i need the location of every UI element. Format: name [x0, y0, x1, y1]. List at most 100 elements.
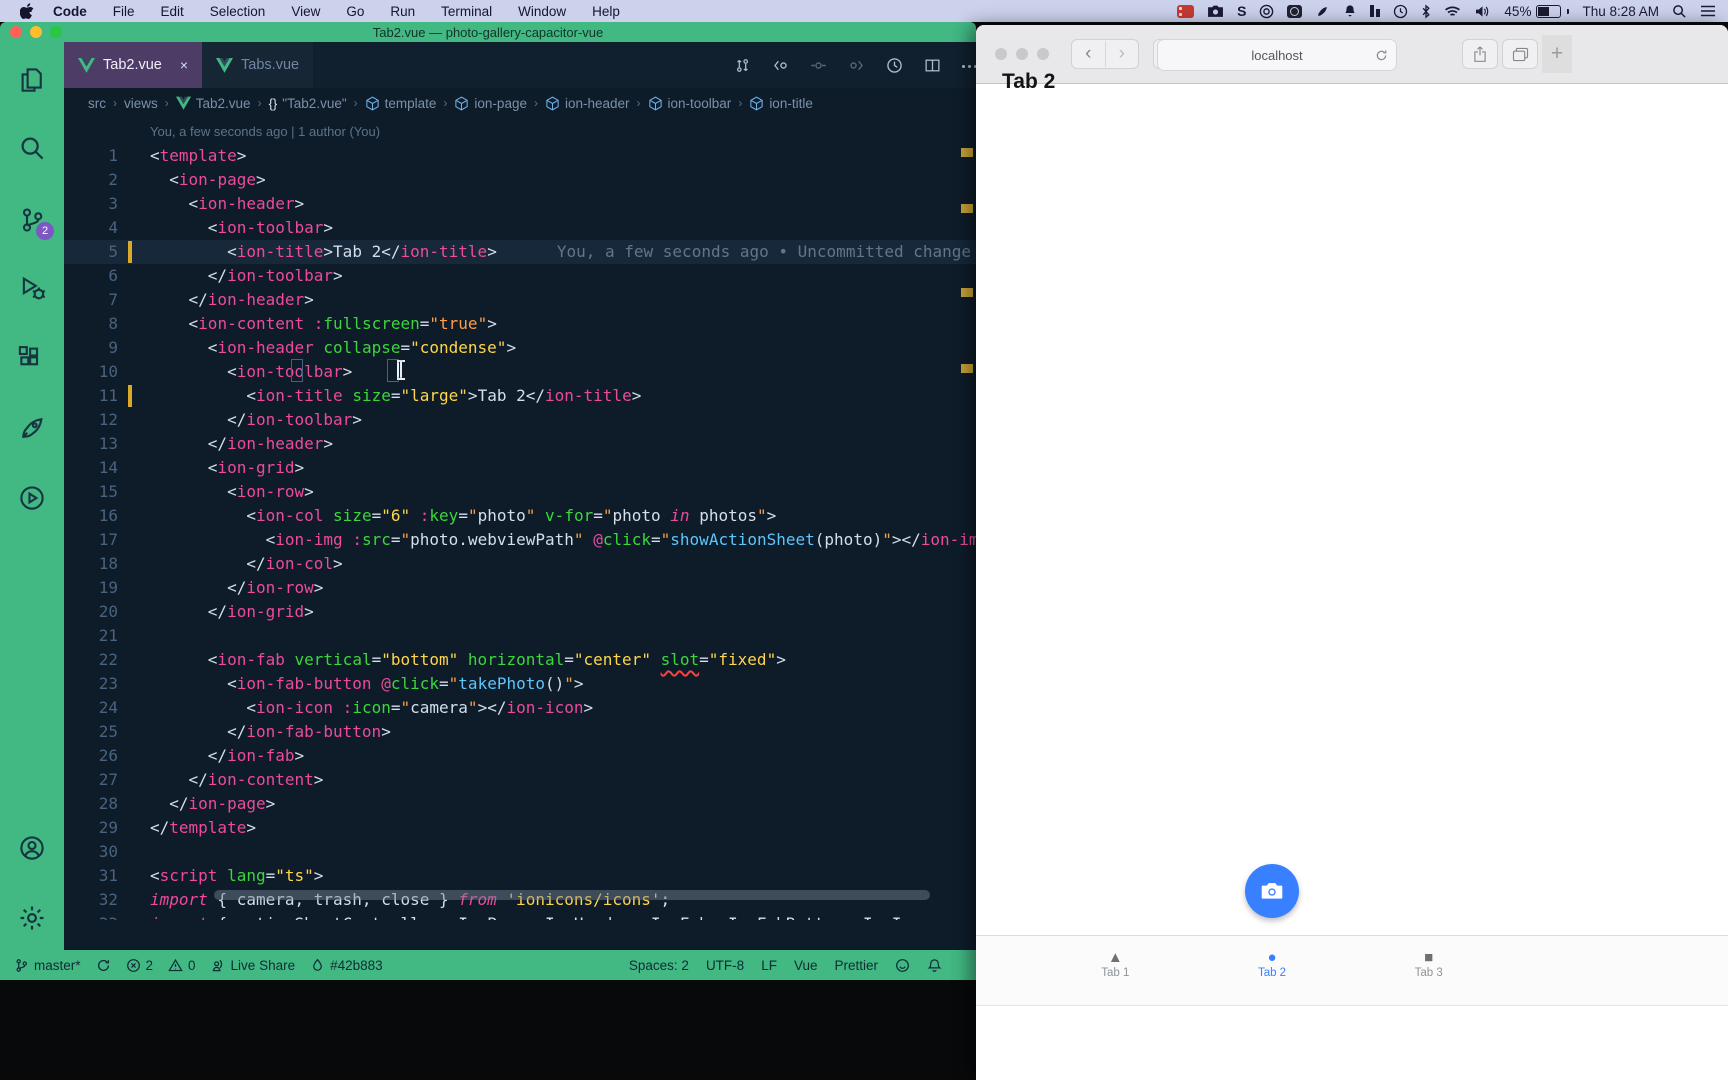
- breadcrumb-item-ion-page[interactable]: ion-page: [454, 96, 527, 111]
- code-line-22[interactable]: 22 <ion-fab vertical="bottom" horizontal…: [64, 648, 976, 672]
- status-item-spaces-2[interactable]: Spaces: 2: [629, 958, 689, 973]
- breadcrumb-item-src[interactable]: src: [88, 96, 106, 111]
- bluetooth-icon[interactable]: [1421, 3, 1431, 19]
- status-item-bell-icon[interactable]: [927, 958, 942, 973]
- settings-gear-icon[interactable]: [17, 903, 47, 933]
- extensions-icon[interactable]: [17, 343, 47, 373]
- code-line-2[interactable]: 2 <ion-page>: [64, 168, 976, 192]
- codelens-authors[interactable]: You, a few seconds ago | 1 author (You): [64, 120, 976, 144]
- code-line-31[interactable]: 31<script lang="ts">: [64, 864, 976, 888]
- code-line-26[interactable]: 26 </ion-fab>: [64, 744, 976, 768]
- code-line-15[interactable]: 15 <ion-row>: [64, 480, 976, 504]
- wifi-icon[interactable]: [1444, 3, 1461, 19]
- menu-item-help[interactable]: Help: [579, 4, 633, 19]
- explorer-icon[interactable]: [17, 65, 47, 95]
- play-circle-icon[interactable]: [17, 483, 47, 513]
- status-item-#42b883[interactable]: #42b883: [310, 958, 383, 973]
- code-line-8[interactable]: 8 <ion-content :fullscreen="true">: [64, 312, 976, 336]
- reload-icon[interactable]: [1375, 49, 1388, 62]
- split-editor-icon[interactable]: [924, 57, 941, 74]
- code-line-7[interactable]: 7 </ion-header>: [64, 288, 976, 312]
- camera-fab-button[interactable]: [1245, 864, 1299, 918]
- menu-item-go[interactable]: Go: [333, 4, 377, 19]
- menu-item-terminal[interactable]: Terminal: [428, 4, 505, 19]
- rocket-icon[interactable]: [17, 413, 47, 443]
- rocket-icon[interactable]: [1315, 3, 1330, 19]
- code-line-25[interactable]: 25 </ion-fab-button>: [64, 720, 976, 744]
- history-icon[interactable]: [886, 57, 903, 74]
- ionic-tab-tab-2[interactable]: ●Tab 2: [1194, 936, 1351, 986]
- recording-icon[interactable]: [1177, 3, 1194, 19]
- code-line-19[interactable]: 19 </ion-row>: [64, 576, 976, 600]
- shush-icon[interactable]: S: [1237, 3, 1246, 19]
- new-tab-button[interactable]: +: [1542, 35, 1572, 73]
- code-line-21[interactable]: 21: [64, 624, 976, 648]
- code-line-24[interactable]: 24 <ion-icon :icon="camera"></ion-icon>: [64, 696, 976, 720]
- tab-tabs-vue[interactable]: Tabs.vue: [202, 42, 313, 88]
- code-line-5[interactable]: 5 <ion-title>Tab 2</ion-title>You, a few…: [64, 240, 976, 264]
- code-line-3[interactable]: 3 <ion-header>: [64, 192, 976, 216]
- menu-item-selection[interactable]: Selection: [197, 4, 279, 19]
- window-tiles-icon[interactable]: [1370, 3, 1380, 19]
- code-line-20[interactable]: 20 </ion-grid>: [64, 600, 976, 624]
- breadcrumb-item-ion-header[interactable]: ion-header: [545, 96, 630, 111]
- account-icon[interactable]: [17, 833, 47, 863]
- code-line-27[interactable]: 27 </ion-content>: [64, 768, 976, 792]
- breadcrumb-item-ion-toolbar[interactable]: ion-toolbar: [648, 96, 732, 111]
- code-line-10[interactable]: 10 <ion-toolbar>: [64, 360, 976, 384]
- breadcrumb-item-views[interactable]: views: [124, 96, 158, 111]
- code-line-9[interactable]: 9 <ion-header collapse="condense">: [64, 336, 976, 360]
- code-line-18[interactable]: 18 </ion-col>: [64, 552, 976, 576]
- status-item-vue[interactable]: Vue: [794, 958, 818, 973]
- camera-icon[interactable]: [1207, 3, 1224, 19]
- source-control-icon[interactable]: 2: [17, 205, 47, 235]
- status-item-prettier[interactable]: Prettier: [834, 958, 878, 973]
- menu-item-file[interactable]: File: [100, 4, 148, 19]
- code-line-6[interactable]: 6 </ion-toolbar>: [64, 264, 976, 288]
- url-field[interactable]: localhost: [1157, 39, 1397, 71]
- breadcrumb-item-ion-title[interactable]: ion-title: [749, 96, 813, 111]
- tab-tab2-vue[interactable]: Tab2.vue ×: [64, 42, 202, 88]
- search-icon[interactable]: [17, 133, 47, 163]
- vscode-titlebar[interactable]: Tab2.vue — photo-gallery-capacitor-vue: [0, 22, 976, 42]
- menu-item-edit[interactable]: Edit: [148, 4, 197, 19]
- code-line-30[interactable]: 30: [64, 840, 976, 864]
- at-circle-icon[interactable]: [1259, 3, 1274, 19]
- code-line-4[interactable]: 4 <ion-toolbar>: [64, 216, 976, 240]
- minimize-window-button[interactable]: [1016, 48, 1028, 60]
- status-item-lf[interactable]: LF: [761, 958, 777, 973]
- code-editor[interactable]: You, a few seconds ago | 1 author (You)1…: [64, 118, 976, 920]
- back-button[interactable]: ‹: [1072, 41, 1105, 67]
- code-line-14[interactable]: 14 <ion-grid>: [64, 456, 976, 480]
- battery-indicator[interactable]: 45%: [1504, 4, 1569, 19]
- ionic-tab-tab-3[interactable]: ■Tab 3: [1350, 936, 1507, 986]
- breadcrumb[interactable]: src›views›Tab2.vue›{}"Tab2.vue"›template…: [64, 88, 976, 118]
- volume-icon[interactable]: [1474, 3, 1491, 19]
- notification-bell-icon[interactable]: [1343, 3, 1357, 19]
- current-change-icon[interactable]: [810, 57, 827, 74]
- code-line-17[interactable]: 17 <ion-img :src="photo.webviewPath" @cl…: [64, 528, 976, 552]
- status-item-utf-8[interactable]: UTF-8: [706, 958, 744, 973]
- control-center-icon[interactable]: [1700, 3, 1716, 19]
- status-item-feedback-icon[interactable]: [895, 958, 910, 973]
- status-item-2[interactable]: 2: [126, 958, 154, 973]
- forward-button[interactable]: ›: [1105, 41, 1139, 67]
- menu-item-window[interactable]: Window: [505, 4, 579, 19]
- status-item-sync-icon[interactable]: [96, 958, 111, 973]
- tab-overview-button[interactable]: [1502, 39, 1538, 69]
- breadcrumb-item--tab2-vue-[interactable]: {}"Tab2.vue": [269, 96, 347, 111]
- previous-change-icon[interactable]: [772, 57, 789, 74]
- code-line-13[interactable]: 13 </ion-header>: [64, 432, 976, 456]
- code-line-11[interactable]: 11 <ion-title size="large">Tab 2</ion-ti…: [64, 384, 976, 408]
- apple-menu-icon[interactable]: [20, 3, 34, 20]
- clock-icon[interactable]: [1393, 3, 1408, 19]
- share-button[interactable]: [1462, 39, 1498, 69]
- close-tab-icon[interactable]: ×: [180, 57, 188, 73]
- status-item-live-share[interactable]: Live Share: [211, 958, 296, 973]
- status-item-0[interactable]: 0: [168, 958, 196, 973]
- screen-record-icon[interactable]: [1287, 3, 1302, 19]
- menu-clock[interactable]: Thu 8:28 AM: [1582, 4, 1659, 19]
- code-line-1[interactable]: 1<template>: [64, 144, 976, 168]
- code-line-23[interactable]: 23 <ion-fab-button @click="takePhoto()">: [64, 672, 976, 696]
- horizontal-scrollbar[interactable]: [214, 890, 930, 900]
